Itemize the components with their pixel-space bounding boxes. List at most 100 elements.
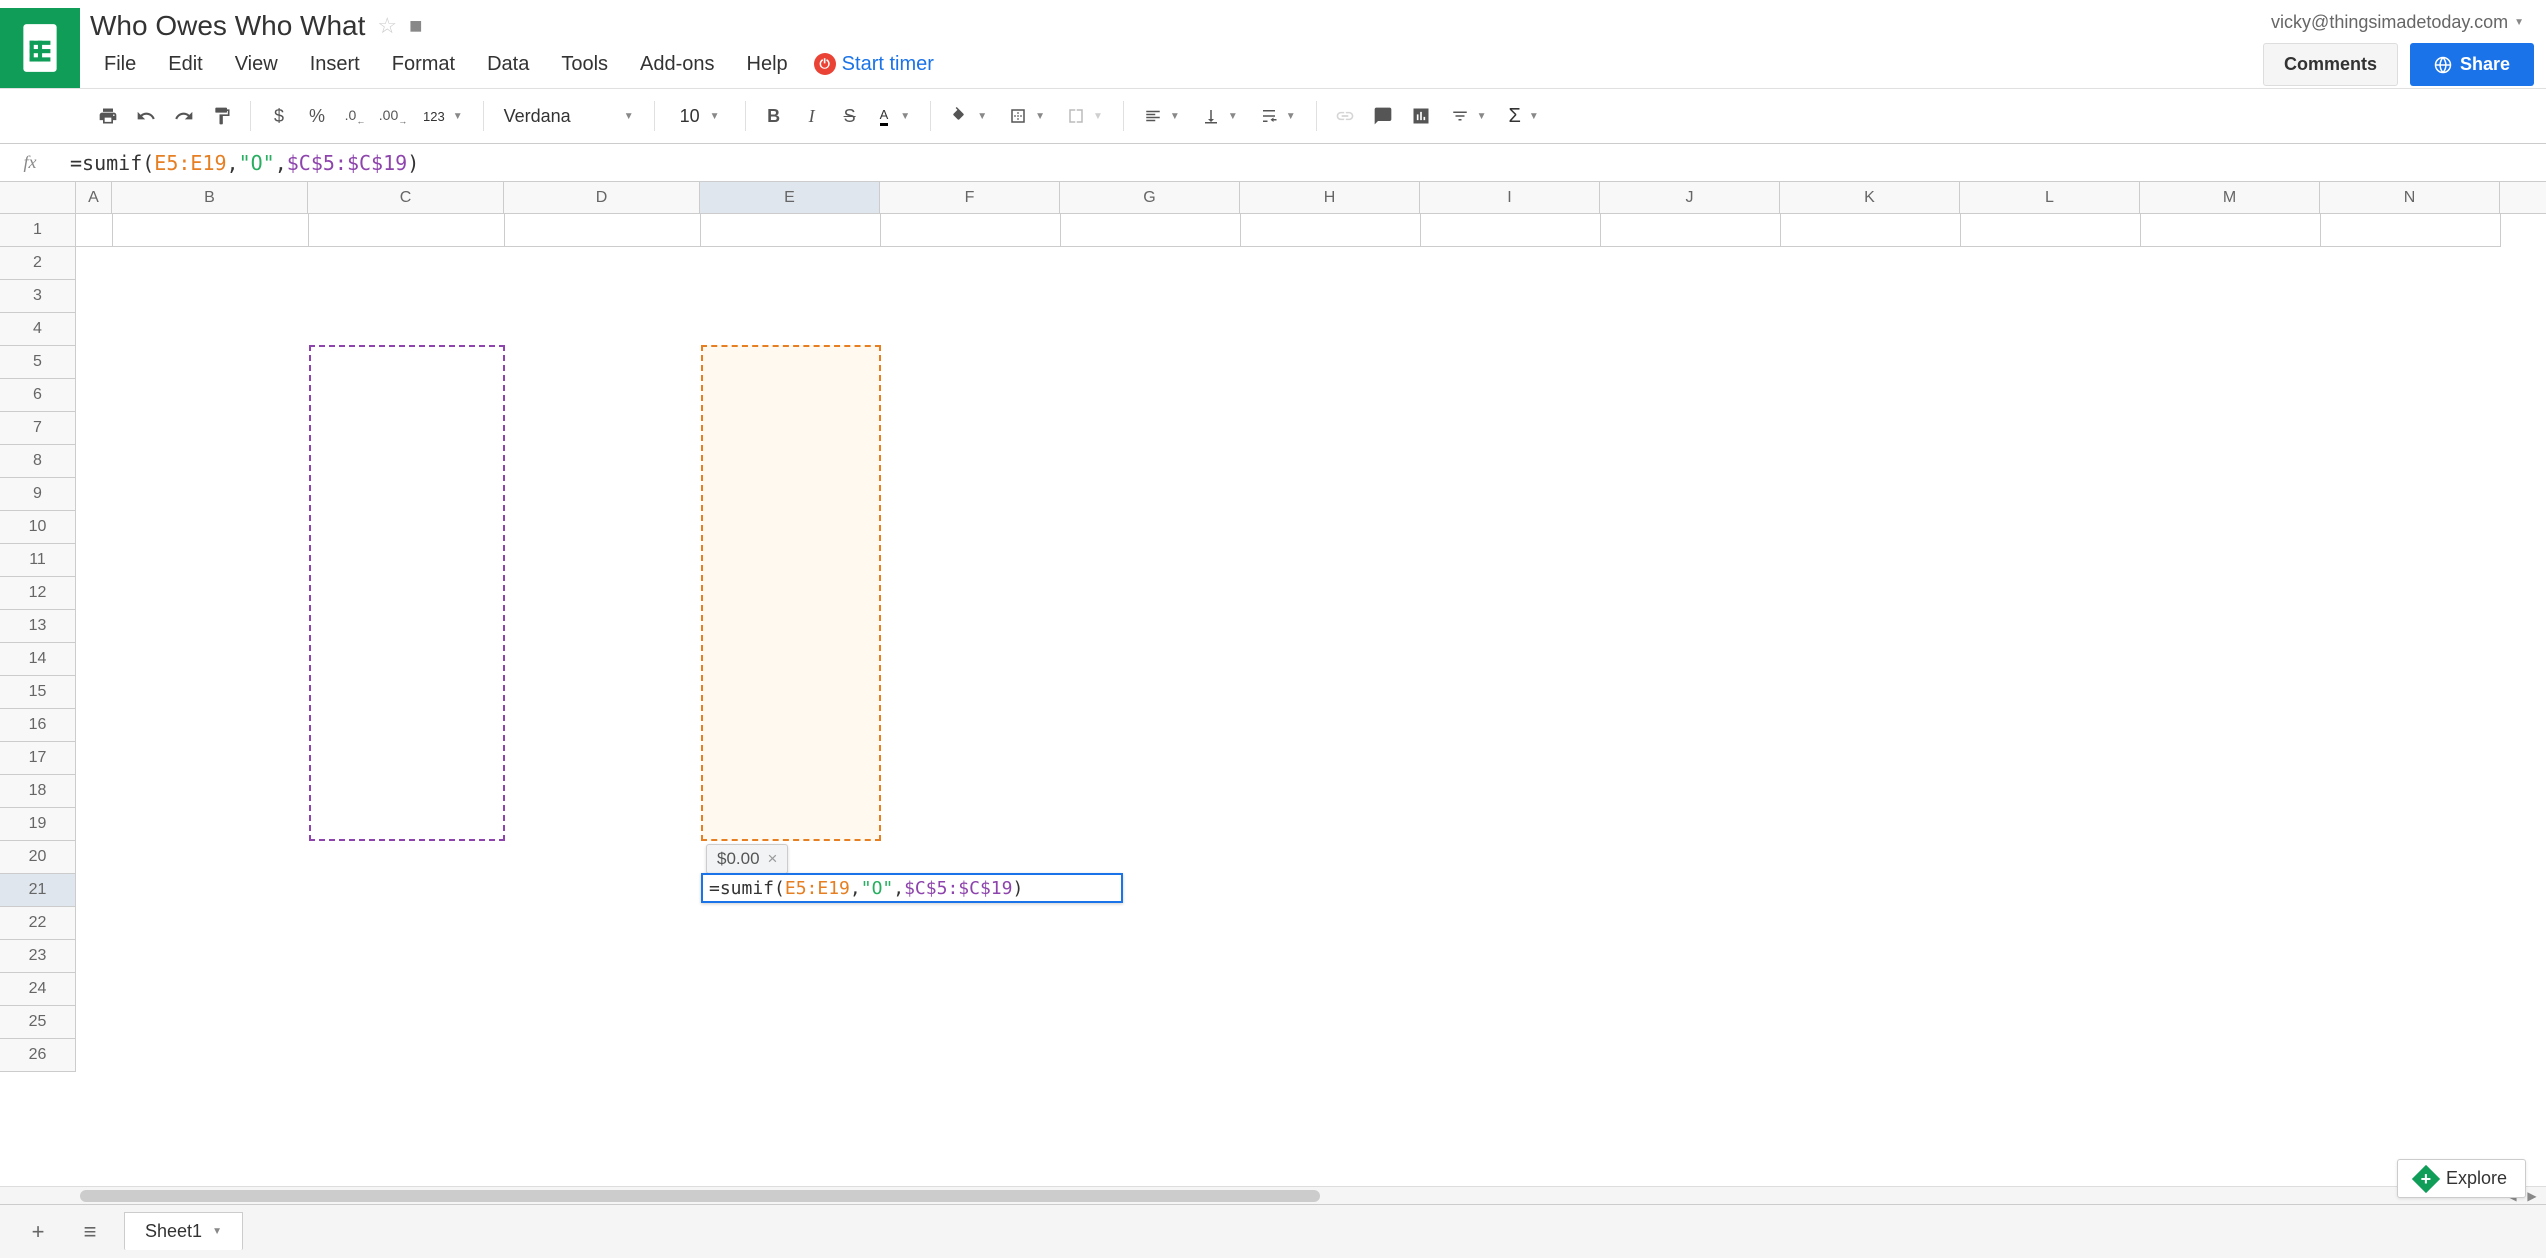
- all-sheets-icon[interactable]: ≡: [72, 1214, 108, 1250]
- row-header-26[interactable]: 26: [0, 1039, 75, 1072]
- star-icon[interactable]: ☆: [377, 13, 397, 39]
- paint-format-icon[interactable]: [204, 98, 240, 134]
- percent-icon[interactable]: %: [299, 98, 335, 134]
- row-header-1[interactable]: 1: [0, 214, 75, 247]
- cell-editor[interactable]: =sumif(E5:E19,"O",$C$5:$C$19): [701, 873, 1123, 903]
- menu-edit[interactable]: Edit: [154, 47, 216, 82]
- col-header-G[interactable]: G: [1060, 182, 1240, 213]
- row-header-9[interactable]: 9: [0, 478, 75, 511]
- borders-icon[interactable]: ▼: [999, 107, 1055, 125]
- folder-icon[interactable]: ■: [409, 13, 422, 39]
- row-header-23[interactable]: 23: [0, 940, 75, 973]
- cell[interactable]: [2140, 214, 2320, 246]
- share-button[interactable]: Share: [2410, 43, 2534, 86]
- currency-icon[interactable]: $: [261, 98, 297, 134]
- row-header-3[interactable]: 3: [0, 280, 75, 313]
- row-header-4[interactable]: 4: [0, 313, 75, 346]
- cell[interactable]: [1780, 214, 1960, 246]
- col-header-H[interactable]: H: [1240, 182, 1420, 213]
- col-header-C[interactable]: C: [308, 182, 504, 213]
- cell[interactable]: [700, 214, 880, 246]
- menu-tools[interactable]: Tools: [547, 47, 622, 82]
- explore-button[interactable]: Explore: [2397, 1159, 2526, 1198]
- redo-icon[interactable]: [166, 98, 202, 134]
- bold-icon[interactable]: B: [756, 98, 792, 134]
- menu-view[interactable]: View: [221, 47, 292, 82]
- col-header-A[interactable]: A: [76, 182, 112, 213]
- merge-cells-icon[interactable]: ▼: [1057, 107, 1113, 125]
- col-header-L[interactable]: L: [1960, 182, 2140, 213]
- row-header-5[interactable]: 5: [0, 346, 75, 379]
- row-header-17[interactable]: 17: [0, 742, 75, 775]
- row-header-22[interactable]: 22: [0, 907, 75, 940]
- menu-format[interactable]: Format: [378, 47, 469, 82]
- menu-insert[interactable]: Insert: [296, 47, 374, 82]
- functions-icon[interactable]: Σ▼: [1499, 105, 1549, 128]
- col-header-F[interactable]: F: [880, 182, 1060, 213]
- col-header-B[interactable]: B: [112, 182, 308, 213]
- text-wrap-icon[interactable]: ▼: [1250, 107, 1306, 125]
- row-header-2[interactable]: 2: [0, 247, 75, 280]
- close-icon[interactable]: ×: [768, 849, 778, 869]
- start-timer-button[interactable]: ⏻ Start timer: [814, 53, 934, 76]
- text-color-icon[interactable]: A▼: [870, 107, 921, 126]
- menu-help[interactable]: Help: [733, 47, 802, 82]
- increase-decimal-icon[interactable]: .00→: [375, 98, 411, 134]
- cell[interactable]: [504, 214, 700, 246]
- vertical-align-icon[interactable]: ▼: [1192, 107, 1248, 125]
- row-header-11[interactable]: 11: [0, 544, 75, 577]
- cell[interactable]: [1600, 214, 1780, 246]
- cell[interactable]: [1060, 214, 1240, 246]
- cell[interactable]: [1240, 214, 1420, 246]
- fill-color-icon[interactable]: ▼: [941, 107, 997, 125]
- row-header-24[interactable]: 24: [0, 973, 75, 1006]
- spreadsheet-grid[interactable]: A B C D E F G H I J K L M N 123456789101…: [0, 182, 2546, 1186]
- row-header-25[interactable]: 25: [0, 1006, 75, 1039]
- row-header-14[interactable]: 14: [0, 643, 75, 676]
- decrease-decimal-icon[interactable]: .0←: [337, 98, 373, 134]
- col-header-M[interactable]: M: [2140, 182, 2320, 213]
- filter-icon[interactable]: ▼: [1441, 107, 1497, 125]
- menu-addons[interactable]: Add-ons: [626, 47, 729, 82]
- col-header-D[interactable]: D: [504, 182, 700, 213]
- user-email[interactable]: vicky@thingsimadetoday.com ▼: [2271, 12, 2524, 33]
- cell[interactable]: [112, 214, 308, 246]
- formula-input[interactable]: =sumif(E5:E19,"O",$C$5:$C$19): [60, 151, 2546, 175]
- cell[interactable]: [1960, 214, 2140, 246]
- col-header-K[interactable]: K: [1780, 182, 1960, 213]
- menu-file[interactable]: File: [90, 47, 150, 82]
- row-header-6[interactable]: 6: [0, 379, 75, 412]
- row-header-21[interactable]: 21: [0, 874, 75, 907]
- strikethrough-icon[interactable]: S: [832, 98, 868, 134]
- print-icon[interactable]: [90, 98, 126, 134]
- document-title[interactable]: Who Owes Who What: [90, 10, 365, 42]
- italic-icon[interactable]: I: [794, 98, 830, 134]
- menu-data[interactable]: Data: [473, 47, 543, 82]
- app-logo[interactable]: [0, 8, 80, 88]
- horizontal-align-icon[interactable]: ▼: [1134, 107, 1190, 125]
- col-header-J[interactable]: J: [1600, 182, 1780, 213]
- row-header-10[interactable]: 10: [0, 511, 75, 544]
- select-all-corner[interactable]: [0, 182, 76, 213]
- cell[interactable]: [308, 214, 504, 246]
- insert-link-icon[interactable]: [1327, 98, 1363, 134]
- add-sheet-icon[interactable]: +: [20, 1214, 56, 1250]
- undo-icon[interactable]: [128, 98, 164, 134]
- horizontal-scrollbar[interactable]: ◀ ▶: [0, 1186, 2546, 1204]
- scrollbar-thumb[interactable]: [80, 1190, 1320, 1202]
- font-family-select[interactable]: Verdana▼: [494, 102, 644, 131]
- col-header-N[interactable]: N: [2320, 182, 2500, 213]
- insert-chart-icon[interactable]: [1403, 98, 1439, 134]
- chevron-down-icon[interactable]: ▼: [212, 1226, 222, 1237]
- row-header-19[interactable]: 19: [0, 808, 75, 841]
- font-size-select[interactable]: 10▼: [665, 106, 735, 127]
- comments-button[interactable]: Comments: [2263, 43, 2398, 86]
- cell[interactable]: [1420, 214, 1600, 246]
- row-header-18[interactable]: 18: [0, 775, 75, 808]
- row-header-20[interactable]: 20: [0, 841, 75, 874]
- row-header-12[interactable]: 12: [0, 577, 75, 610]
- cell[interactable]: [2320, 214, 2500, 246]
- row-header-16[interactable]: 16: [0, 709, 75, 742]
- cell[interactable]: [880, 214, 1060, 246]
- cell[interactable]: [76, 214, 112, 246]
